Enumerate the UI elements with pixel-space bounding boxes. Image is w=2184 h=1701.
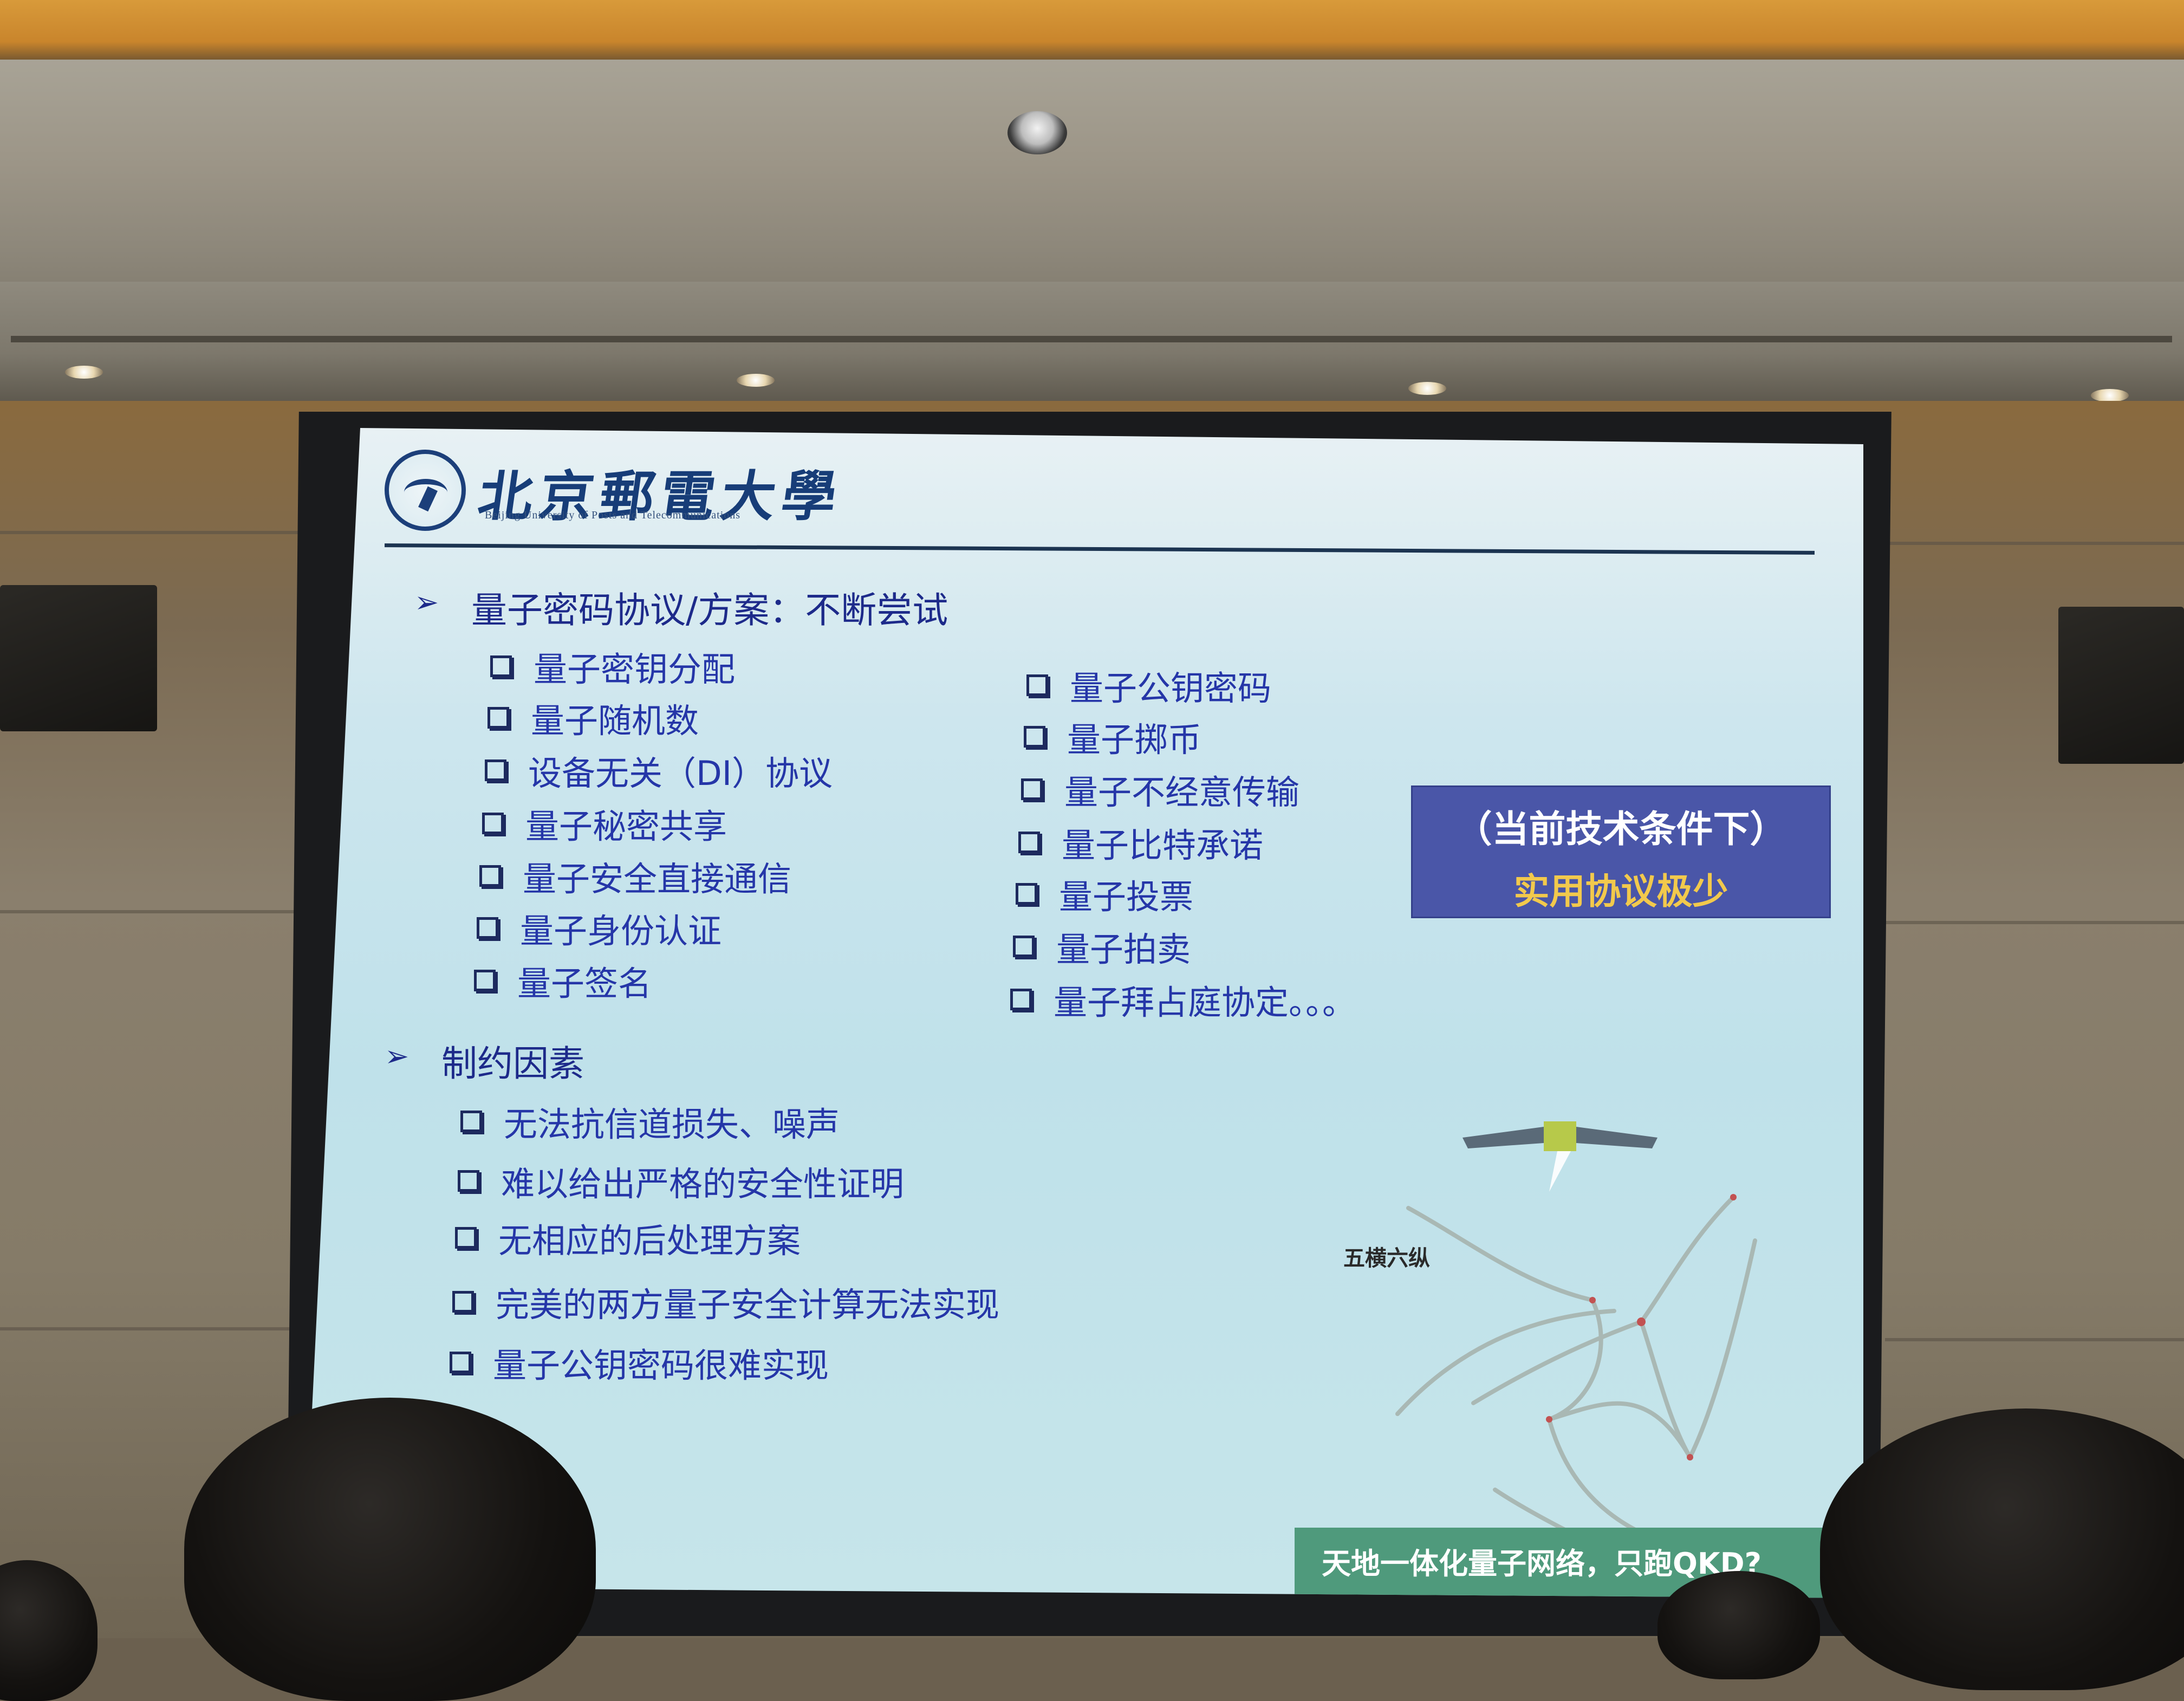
checkbox-icon: [1021, 778, 1043, 800]
map-caption: 天地一体化量子网络，只跑QKD?: [1322, 1547, 1761, 1581]
list-item: 量子签名: [474, 956, 652, 1005]
wall-panel-line: [0, 531, 325, 534]
callout-line2: 实用协议极少: [1513, 871, 1728, 912]
wall-panel-line: [0, 1327, 292, 1330]
checkbox-icon: [482, 813, 504, 834]
checkbox-icon: [477, 917, 498, 939]
checkbox-icon: [485, 759, 506, 781]
ceiling-camera: [1007, 111, 1067, 154]
list-item: 量子公钥密码很难实现: [450, 1338, 829, 1387]
callout-line1: （当前技术条件下）: [1455, 808, 1787, 851]
list-item: 设备无关（DI）协议: [485, 746, 833, 795]
checkbox-icon: [455, 1227, 477, 1249]
wall-panel-line: [0, 910, 303, 913]
ceiling-light: [65, 366, 103, 379]
wall-speaker-right: [2058, 607, 2184, 764]
wall-panel-line: [1885, 921, 2184, 924]
list-item: 量子随机数: [487, 693, 699, 742]
checkbox-icon: [1026, 674, 1048, 696]
wall-panel-line: [1885, 1338, 2184, 1341]
checkbox-icon: [1024, 726, 1045, 748]
beam-edge: [11, 336, 2172, 342]
callout-box: （当前技术条件下） 实用协议极少: [1411, 785, 1831, 918]
checkbox-icon: [1018, 832, 1040, 853]
ceiling-light-strip: [0, 0, 2184, 60]
list-item: 无法抗信道损失、噪声: [460, 1097, 840, 1146]
checkbox-icon: [474, 970, 496, 991]
checkbox-icon: [460, 1111, 482, 1132]
checkbox-icon: [1013, 936, 1035, 957]
university-subtitle: Beijing University of Posts and Telecomm…: [485, 509, 741, 521]
ceiling-light: [2091, 389, 2129, 402]
section-heading-constraints: 制约因素: [441, 1043, 584, 1085]
checkbox-icon: [1016, 883, 1037, 905]
list-item: 量子拍卖: [1013, 922, 1191, 971]
bullet-arrow-icon: ➢: [414, 585, 439, 619]
header-divider: [384, 543, 1815, 555]
list-item: 量子密钥分配: [490, 642, 735, 691]
checkbox-icon: [487, 707, 509, 729]
list-item: 量子公钥密码: [1026, 661, 1271, 710]
list-item: 量子掷币: [1024, 712, 1201, 761]
audience-head: [1658, 1571, 1820, 1679]
audience-head: [184, 1398, 596, 1701]
checkbox-icon: [1010, 989, 1032, 1010]
list-item: 量子投票: [1016, 869, 1193, 918]
list-item: 难以给出严格的安全性证明: [458, 1157, 904, 1205]
list-item: 量子比特承诺: [1018, 818, 1263, 867]
wall-panel-line: [1885, 542, 2184, 545]
list-item: 量子拜占庭协定。。。: [1010, 975, 1356, 1024]
section-heading-protocols: 量子密码协议/方案：不断尝试: [471, 589, 948, 631]
checkbox-icon: [490, 655, 512, 677]
ceiling-light: [1408, 382, 1446, 395]
checkbox-icon: [452, 1291, 474, 1313]
checkbox-icon: [479, 865, 501, 887]
ceiling-light: [737, 374, 775, 387]
list-item: 完美的两方量子安全计算无法实现: [452, 1277, 999, 1326]
projected-slide: 北京郵電大學 Beijing University of Posts and T…: [303, 428, 1863, 1598]
list-item: 量子安全直接通信: [479, 852, 791, 900]
quantum-network-map: [1395, 1194, 1757, 1557]
university-logo-icon: [385, 450, 466, 531]
wall-speaker-left: [0, 585, 157, 731]
list-item: 量子不经意传输: [1021, 765, 1299, 814]
list-item: 量子身份认证: [477, 904, 722, 952]
bullet-arrow-icon: ➢: [385, 1039, 410, 1073]
checkbox-icon: [450, 1352, 471, 1373]
checkbox-icon: [458, 1170, 479, 1192]
list-item: 无相应的后处理方案: [455, 1213, 801, 1262]
list-item: 量子秘密共享: [482, 799, 727, 848]
